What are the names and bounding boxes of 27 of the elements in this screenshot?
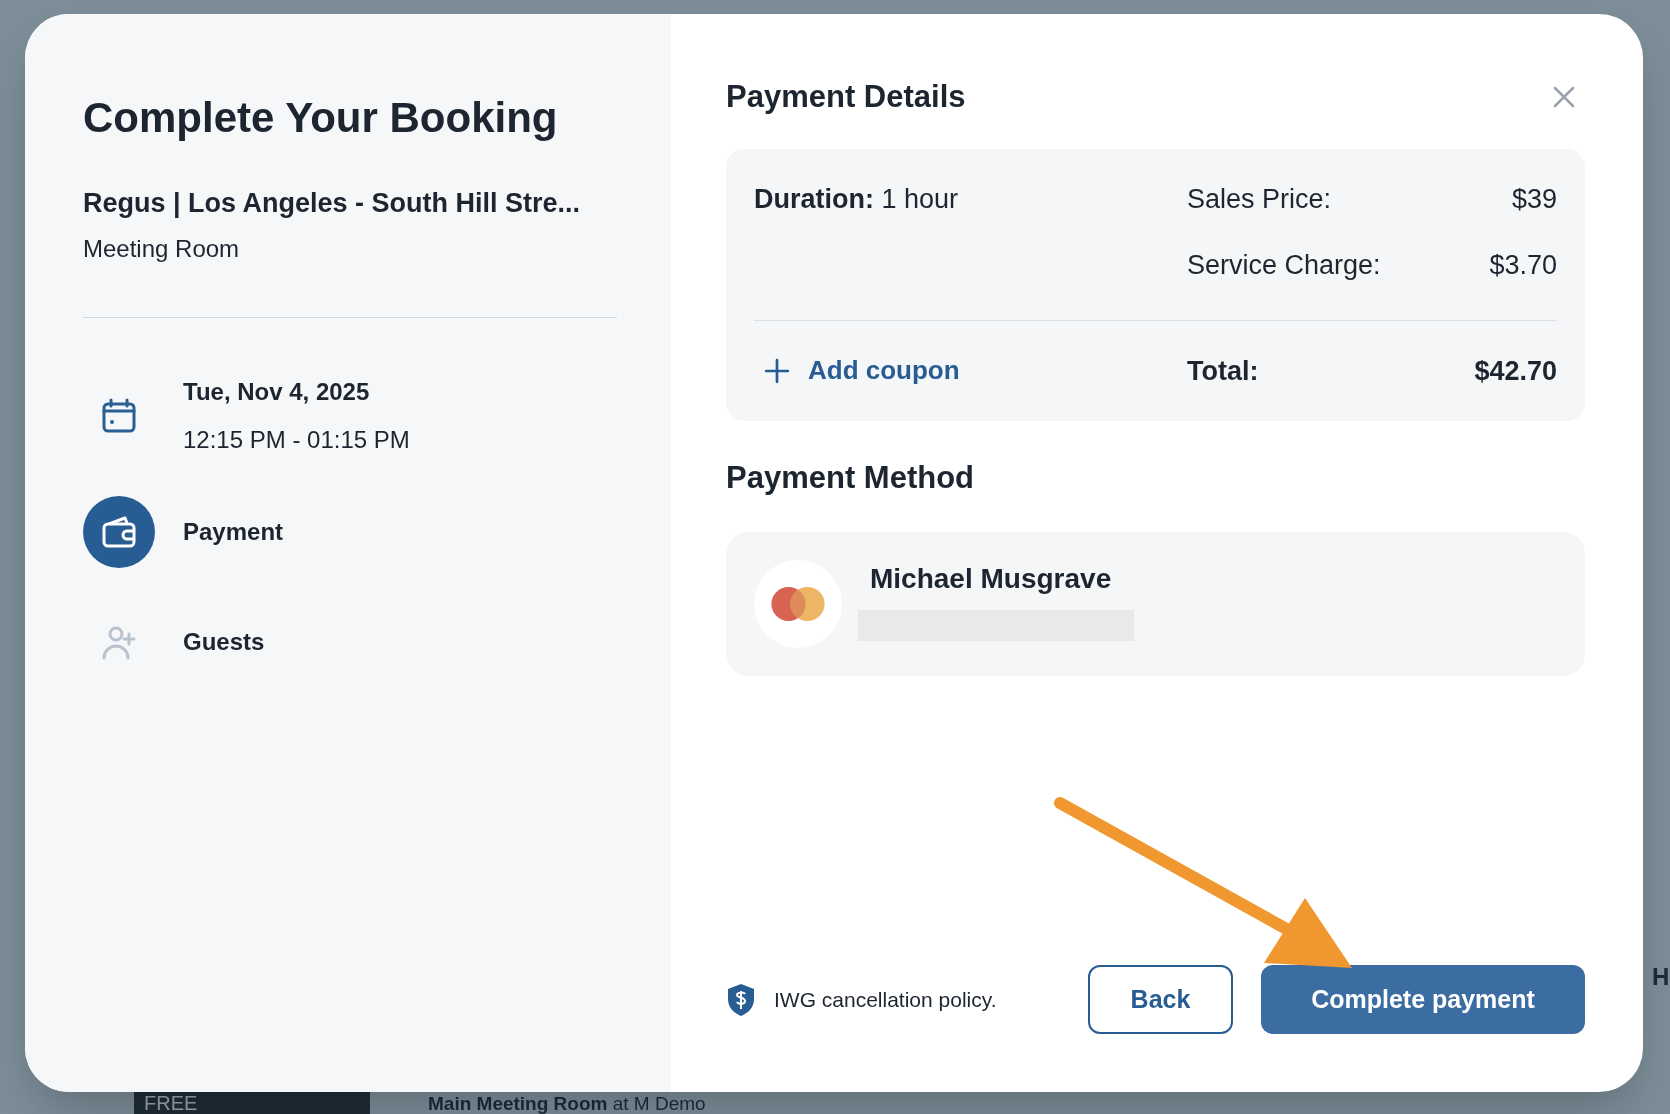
- back-button[interactable]: Back: [1088, 965, 1233, 1034]
- section-title: Payment Details: [726, 78, 966, 116]
- price-value: $3.70: [1489, 249, 1557, 282]
- duration-text: Duration: 1 hour: [754, 182, 959, 216]
- policy-link[interactable]: IWG cancellation policy.: [774, 983, 997, 1016]
- step-label: Tue, Nov 4, 2025: [183, 377, 371, 407]
- step-detail: 12:15 PM - 01:15 PM: [183, 425, 410, 455]
- add-coupon-link[interactable]: Add coupon: [754, 351, 960, 391]
- cardholder-name: Michael Musgrave: [869, 562, 1113, 596]
- booking-title: Complete Your Booking: [83, 93, 559, 143]
- total-label: Total:: [1187, 354, 1259, 388]
- room-type: Meeting Room: [83, 234, 241, 264]
- listing-title: Main Meeting Room at M Demo: [428, 1093, 706, 1114]
- close-icon: [1552, 85, 1576, 110]
- side-text: H: [1652, 963, 1670, 991]
- total-value: $42.70: [1474, 354, 1557, 388]
- step-label: Payment: [183, 517, 284, 547]
- price-label: Sales Price:: [1187, 182, 1332, 216]
- step-label: Guests: [183, 627, 265, 657]
- plus-icon: [764, 357, 790, 384]
- shield-dollar-icon: [726, 982, 756, 1017]
- price-label: Service Charge:: [1187, 249, 1381, 282]
- payment-method-card[interactable]: Michael Musgrave: [726, 531, 1585, 676]
- venue-name: Regus | Los Angeles - South Hill Stre...: [83, 186, 582, 220]
- complete-payment-button[interactable]: Complete payment: [1261, 965, 1585, 1034]
- section-title: Payment Method: [726, 459, 976, 497]
- price-value: $39: [1511, 182, 1557, 216]
